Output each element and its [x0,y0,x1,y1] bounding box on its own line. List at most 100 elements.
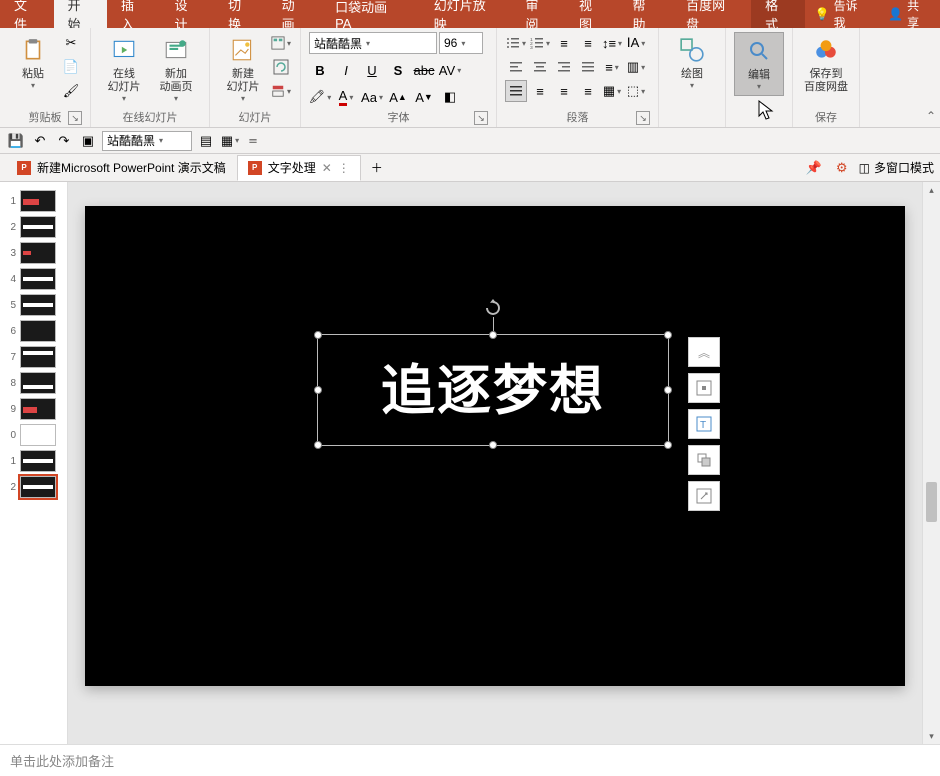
highlight-button[interactable]: 🖍▾ [309,86,331,108]
tab-view[interactable]: 视图 [565,0,619,28]
resize-handle-s[interactable] [489,441,497,449]
paragraph-launcher[interactable]: ↘ [636,111,650,125]
qat-grid-button[interactable]: ▦▾ [220,131,240,151]
new-anim-page-button[interactable]: 新加 动画页 ▾ [151,32,201,107]
format-painter-button[interactable]: 🖌 [60,80,82,102]
thumb-6[interactable]: 6 [0,318,67,344]
start-slideshow-button[interactable]: ▣ [78,131,98,151]
distributed-button[interactable] [505,80,527,102]
align-left-button[interactable] [505,56,527,78]
align-left2-button[interactable]: ≡ [529,80,551,102]
tab-design[interactable]: 设计 [161,0,215,28]
share-button[interactable]: 👤 共享 [878,0,940,31]
font-color-button[interactable]: A▾ [335,86,357,108]
numbering-button[interactable]: 123▾ [529,32,551,54]
qat-list-button[interactable]: ▤ [196,131,216,151]
online-slide-button[interactable]: 在线 幻灯片 ▾ [99,32,149,107]
tab-home[interactable]: 开始 [54,0,108,28]
arrange-button[interactable]: ⬚▾ [625,80,647,102]
thumb-7[interactable]: 7 [0,344,67,370]
scroll-up-button[interactable]: ▴ [923,182,940,198]
bold-button[interactable]: B [309,59,331,81]
font-name-combo[interactable]: 站酷酷黑▾ [309,32,437,54]
float-text-button[interactable]: T [688,409,720,439]
tab-file[interactable]: 文件 [0,0,54,28]
italic-button[interactable]: I [335,59,357,81]
float-align-button[interactable] [688,373,720,403]
reset-button[interactable] [270,56,292,78]
line-spacing-button[interactable]: ↕≡▾ [601,32,623,54]
scroll-down-button[interactable]: ▾ [923,728,940,744]
tab-menu-button[interactable]: ⋮ [338,161,350,175]
char-spacing-button[interactable]: AV▾ [439,59,461,81]
vertical-scrollbar[interactable]: ▴ ▾ [922,182,940,744]
slide-thumbnails[interactable]: 1 2 3 4 5 6 7 8 9 0 1 2 [0,182,68,744]
tab-help[interactable]: 帮助 [619,0,673,28]
tab-slideshow[interactable]: 幻灯片放映 [420,0,512,28]
thumb-11[interactable]: 1 [0,448,67,474]
thumb-5[interactable]: 5 [0,292,67,318]
close-tab-button[interactable]: ✕ [322,161,332,175]
text-direction-button[interactable]: ⅠA▾ [625,32,647,54]
rotate-handle[interactable] [484,299,502,317]
float-shape-button[interactable] [688,445,720,475]
convert-smartart-button[interactable]: ▦▾ [601,80,623,102]
thumb-10[interactable]: 0 [0,422,67,448]
thumb-9[interactable]: 9 [0,396,67,422]
doc-tab-2[interactable]: P 文字处理 ✕ ⋮ [237,155,361,181]
redo-button[interactable]: ↷ [54,131,74,151]
drawing-button[interactable]: 绘图 ▾ [667,32,717,94]
float-size-button[interactable] [688,481,720,511]
align-center2-button[interactable]: ≡ [553,80,575,102]
float-collapse-button[interactable]: ︽ [688,337,720,367]
columns-button[interactable]: ▥▾ [625,56,647,78]
tab-format[interactable]: 格式 [751,0,805,28]
multi-window-button[interactable]: ◫ 多窗口模式 [859,159,934,176]
indent-increase-button[interactable]: ≡ [577,32,599,54]
thumb-2[interactable]: 2 [0,214,67,240]
undo-button[interactable]: ↶ [30,131,50,151]
save-button[interactable]: 💾 [6,131,26,151]
bullets-button[interactable]: ▾ [505,32,527,54]
cut-button[interactable]: ✂ [60,32,82,54]
new-tab-button[interactable]: ＋ [365,156,389,180]
resize-handle-nw[interactable] [314,331,322,339]
slide-canvas[interactable]: 追逐梦想 ︽ T [68,182,922,744]
section-button[interactable]: ▾ [270,80,292,102]
underline-button[interactable]: U [361,59,383,81]
tab-pa[interactable]: 口袋动画 PA [321,0,420,28]
thumb-3[interactable]: 3 [0,240,67,266]
layout-button[interactable]: ▾ [270,32,292,54]
align-right-button[interactable] [553,56,575,78]
resize-handle-n[interactable] [489,331,497,339]
strike-button[interactable]: abc [413,59,435,81]
editing-button[interactable]: 编辑 ▾ [734,32,784,96]
copy-button[interactable]: 📄 [60,56,82,78]
align-center-button[interactable] [529,56,551,78]
scrollbar-thumb[interactable] [926,482,937,522]
pin-button[interactable]: 📌 [803,157,825,179]
vertical-align-button[interactable]: ≡▾ [601,56,623,78]
tab-transitions[interactable]: 切换 [214,0,268,28]
change-case-button[interactable]: Aa▾ [361,86,383,108]
grow-font-button[interactable]: A▲ [387,86,409,108]
thumb-1[interactable]: 1 [0,188,67,214]
tab-review[interactable]: 审阅 [512,0,566,28]
qat-overflow[interactable]: ＝ [244,131,262,151]
title-textbox[interactable]: 追逐梦想 ︽ T [317,334,669,446]
paste-button[interactable]: 粘贴 ▾ [8,32,58,94]
resize-handle-e[interactable] [664,386,672,394]
doc-tab-1[interactable]: P 新建Microsoft PowerPoint 演示文稿 [6,155,237,181]
tab-baidu[interactable]: 百度网盘 [672,0,751,28]
font-size-combo[interactable]: 96▾ [439,32,483,54]
thumb-4[interactable]: 4 [0,266,67,292]
new-slide-button[interactable]: 新建 幻灯片 ▾ [218,32,268,107]
resize-handle-sw[interactable] [314,441,322,449]
align-justify-button[interactable] [577,56,599,78]
tab-insert[interactable]: 插入 [107,0,161,28]
shadow-button[interactable]: S [387,59,409,81]
indent-decrease-button[interactable]: ≡ [553,32,575,54]
align-right2-button[interactable]: ≡ [577,80,599,102]
resize-handle-ne[interactable] [664,331,672,339]
tell-me-search[interactable]: 💡 告诉我 [805,0,879,31]
